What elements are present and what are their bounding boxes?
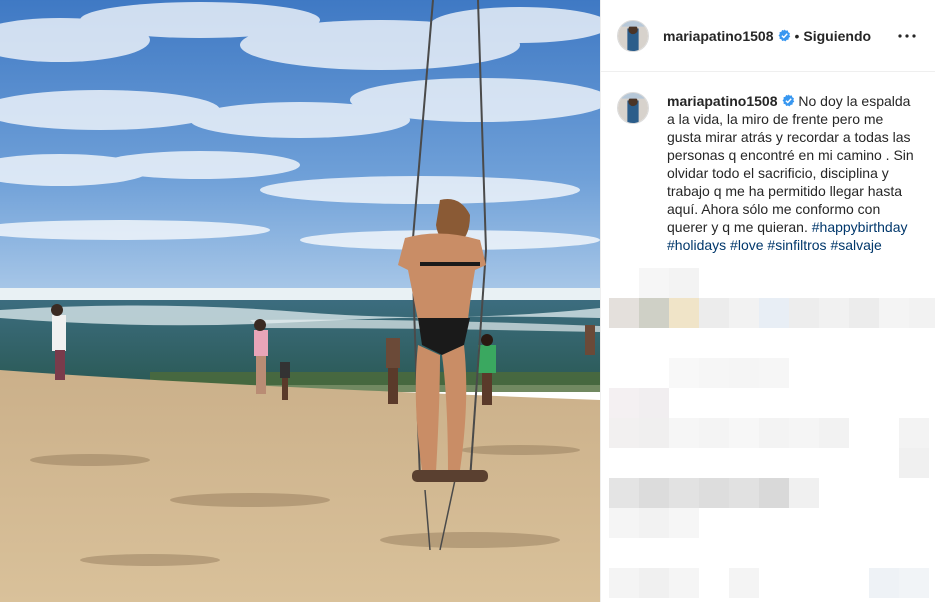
post-photo[interactable]: [0, 0, 600, 602]
hashtag-link[interactable]: #salvaje: [830, 237, 881, 253]
following-button[interactable]: Siguiendo: [803, 28, 871, 44]
verified-badge-icon: [782, 94, 795, 107]
verified-badge-icon: [778, 29, 791, 42]
hashtag-link[interactable]: #love: [730, 237, 763, 253]
header-username[interactable]: mariapatino1508: [663, 28, 774, 44]
blurred-comments-area: [601, 268, 935, 602]
caption-avatar[interactable]: [617, 92, 649, 124]
more-options-icon[interactable]: [895, 24, 919, 48]
separator-dot: •: [794, 27, 800, 44]
caption-body: No doy la espalda a la vida, la miro de …: [667, 93, 914, 235]
avatar-image: [618, 93, 648, 123]
hashtag-link[interactable]: #sinfiltros: [767, 237, 826, 253]
post-side-panel: mariapatino1508 • Siguiendo mariapatino1…: [600, 0, 935, 602]
post-header: mariapatino1508 • Siguiendo: [601, 0, 935, 72]
caption-username[interactable]: mariapatino1508: [667, 93, 778, 109]
hashtag-link[interactable]: #holidays: [667, 237, 726, 253]
hashtag-link[interactable]: #happybirthday: [812, 219, 908, 235]
beach-swing-photo: [0, 0, 600, 602]
avatar-image: [618, 20, 648, 51]
caption-text: mariapatino1508 No doy la espalda a la v…: [667, 92, 919, 254]
post-caption: mariapatino1508 No doy la espalda a la v…: [601, 72, 935, 254]
avatar[interactable]: [617, 19, 649, 52]
